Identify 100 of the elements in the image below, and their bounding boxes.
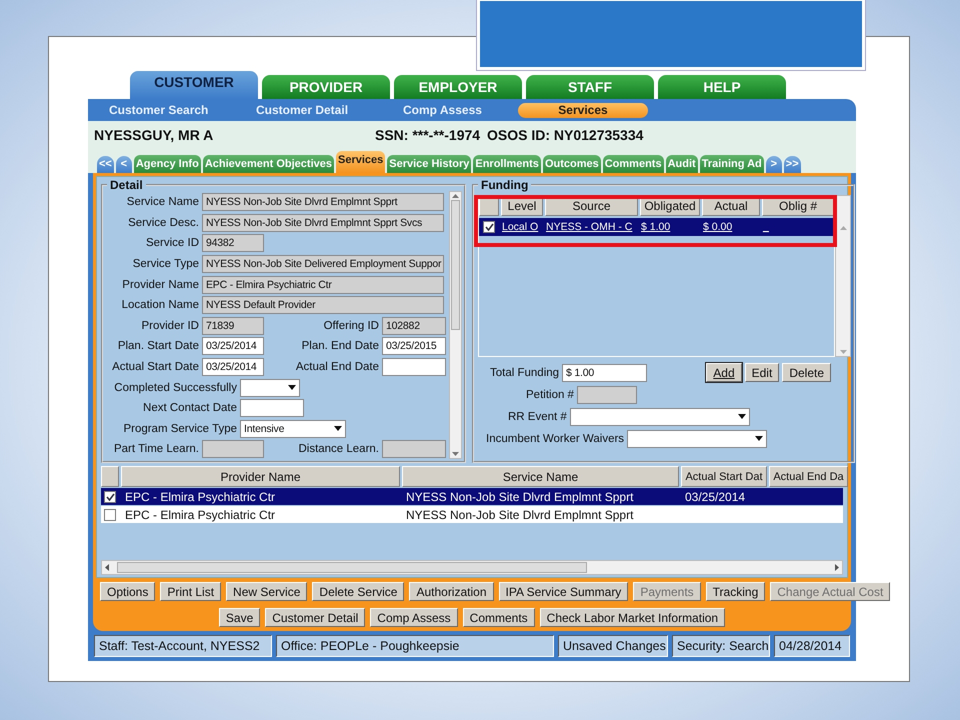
column-header: Service Name — [402, 466, 679, 487]
field-label: Plan. End Date — [300, 340, 379, 352]
scroll-arrow-icon[interactable] — [835, 564, 839, 571]
nav-link[interactable]: Services — [518, 102, 648, 118]
table-cell-text: NYESS Non-Job Site Dlvrd Emplmnt Spprt — [405, 506, 634, 523]
input-field — [382, 440, 446, 458]
main-tab[interactable]: CUSTOMER — [130, 71, 258, 99]
footer-button[interactable]: Comments — [462, 608, 535, 627]
checkbox[interactable] — [483, 221, 495, 233]
field-label: Service ID — [144, 237, 199, 250]
status-cell: Security: Search — [672, 635, 770, 657]
table-row[interactable]: EPC - Elmira Psychiatric Ctr NYESS Non-Job Site Dlvrd Emplmnt Spprt 03/25/2014 — [101, 488, 843, 505]
column-header: Actual End Da — [769, 466, 848, 487]
footer-button[interactable]: Comp Assess — [370, 608, 458, 627]
input-field — [576, 386, 637, 404]
field-label: RR Event # — [508, 410, 567, 422]
input-field[interactable]: $ 1.00 — [562, 364, 648, 382]
field-label: Completed Successfully — [113, 382, 237, 394]
customer-name: NYESSGUY, MR A — [94, 127, 214, 143]
field-label: Incumbent Worker Waivers — [486, 432, 624, 444]
checkbox[interactable] — [104, 490, 116, 502]
checkbox[interactable] — [104, 508, 116, 520]
nav-link[interactable]: Customer Detail — [256, 103, 348, 117]
input-field: NYESS Non-Job Site Dlvrd Emplmnt Spprt Svcs — [202, 214, 444, 232]
column-header: Actual Start Dat — [681, 466, 767, 487]
scroll-arrow-icon[interactable] — [452, 194, 459, 198]
field-label: Plan. Start Date — [116, 340, 199, 352]
footer-button[interactable]: Customer Detail — [265, 608, 366, 627]
caret-icon — [738, 414, 746, 419]
scroll-arrow-icon[interactable] — [105, 564, 109, 571]
table-cell-text: EPC - Elmira Psychiatric Ctr — [124, 506, 276, 523]
table-cell[interactable]: $ 1.00 — [640, 218, 700, 236]
table-cell-text: 03/25/2014 — [684, 488, 746, 505]
main-tab[interactable]: HELP — [658, 75, 786, 99]
input-field: NYESS Default Provider — [202, 296, 444, 314]
table-cell[interactable]: $ 0.00 — [702, 218, 760, 236]
caret-icon — [334, 426, 342, 432]
table-cell-text: NYESS Non-Job Site Dlvrd Emplmnt Spprt — [405, 488, 634, 505]
table-cell[interactable]: Local O — [501, 218, 543, 236]
table-row[interactable]: Local O NYESS - OMH - C $ 1.00 $ 0.00 _ — [479, 218, 834, 236]
action-button[interactable]: New Service — [226, 582, 308, 601]
field-label: Petition # — [526, 388, 574, 400]
osos-id: OSOS ID: NY012735334 — [487, 127, 644, 143]
funding-button[interactable]: Add — [706, 363, 742, 382]
input-field: 71839 — [202, 316, 264, 335]
dropdown[interactable] — [570, 408, 750, 426]
field-label: Total Funding — [490, 366, 560, 378]
table-cell[interactable]: NYESS - OMH - C — [545, 218, 638, 236]
field-label: Next Contact Date — [142, 402, 237, 414]
input-field: EPC - Elmira Psychiatric Ctr — [202, 276, 444, 294]
input-field: NYESS Non-Job Site Delivered Employment Suppor — [202, 255, 444, 274]
status-cell: Unsaved Changes — [558, 635, 668, 657]
funding-button[interactable]: Edit — [744, 363, 780, 382]
scrollbar[interactable] — [449, 191, 462, 459]
funding-button[interactable]: Delete — [782, 363, 831, 382]
field-label: Location Name — [120, 299, 199, 312]
input-field[interactable]: 03/25/2015 — [382, 337, 446, 356]
table-cell-text: EPC - Elmira Psychiatric Ctr — [124, 488, 276, 505]
input-field[interactable] — [382, 358, 446, 376]
status-cell: Office: PEOPLe - Poughkeepsie — [276, 635, 554, 657]
field-label: Offering ID — [322, 320, 379, 332]
nav-link[interactable]: Customer Search — [109, 103, 208, 117]
field-label: Program Service Type — [122, 422, 237, 435]
input-field[interactable]: 03/25/2014 — [202, 358, 264, 376]
nav-link[interactable]: Comp Assess — [403, 103, 482, 117]
column-header: Provider Name — [121, 466, 400, 487]
scrollbar[interactable] — [101, 560, 843, 575]
field-label: Provider ID — [140, 320, 199, 332]
main-tab[interactable]: EMPLOYER — [394, 75, 522, 99]
field-label: Service Desc. — [127, 216, 199, 229]
field-label: Actual End Date — [294, 361, 379, 374]
input-field: NYESS Non-Job Site Dlvrd Emplmnt Spprt — [202, 193, 444, 212]
dropdown[interactable] — [240, 378, 300, 397]
input-field: 102882 — [382, 316, 446, 335]
input-field[interactable] — [240, 399, 304, 418]
input-field — [202, 440, 264, 458]
field-label: Part Time Learn. — [112, 443, 199, 456]
section-tab[interactable]: Services — [336, 151, 386, 173]
table-cell[interactable]: _ — [762, 218, 834, 236]
main-tab[interactable]: STAFF — [526, 75, 654, 99]
input-field: 94382 — [202, 234, 264, 252]
action-button[interactable]: Tracking — [706, 582, 766, 601]
field-label: Actual Start Date — [111, 361, 199, 374]
action-button[interactable]: Delete Service — [312, 582, 404, 601]
action-button[interactable]: Options — [100, 582, 156, 601]
input-field[interactable]: 03/25/2014 — [202, 337, 264, 356]
footer-button[interactable]: Check Labor Market Information — [540, 608, 726, 627]
field-label: Service Name — [126, 196, 199, 208]
action-button[interactable]: Authorization — [409, 582, 494, 601]
field-label: Provider Name — [121, 278, 199, 291]
dropdown[interactable] — [627, 430, 768, 448]
ssn-text: SSN: ***-**-1974 — [375, 127, 482, 143]
scroll-arrow-icon[interactable] — [452, 452, 459, 456]
main-tab[interactable]: PROVIDER — [262, 75, 390, 99]
action-button[interactable]: IPA Service Summary — [498, 582, 628, 601]
footer-button[interactable]: Save — [218, 608, 260, 627]
group-title: Funding — [480, 179, 530, 191]
dropdown[interactable]: Intensive — [240, 420, 346, 438]
table-row[interactable]: EPC - Elmira Psychiatric Ctr NYESS Non-Job Site Dlvrd Emplmnt Spprt — [101, 506, 843, 523]
action-button[interactable]: Print List — [160, 582, 222, 601]
